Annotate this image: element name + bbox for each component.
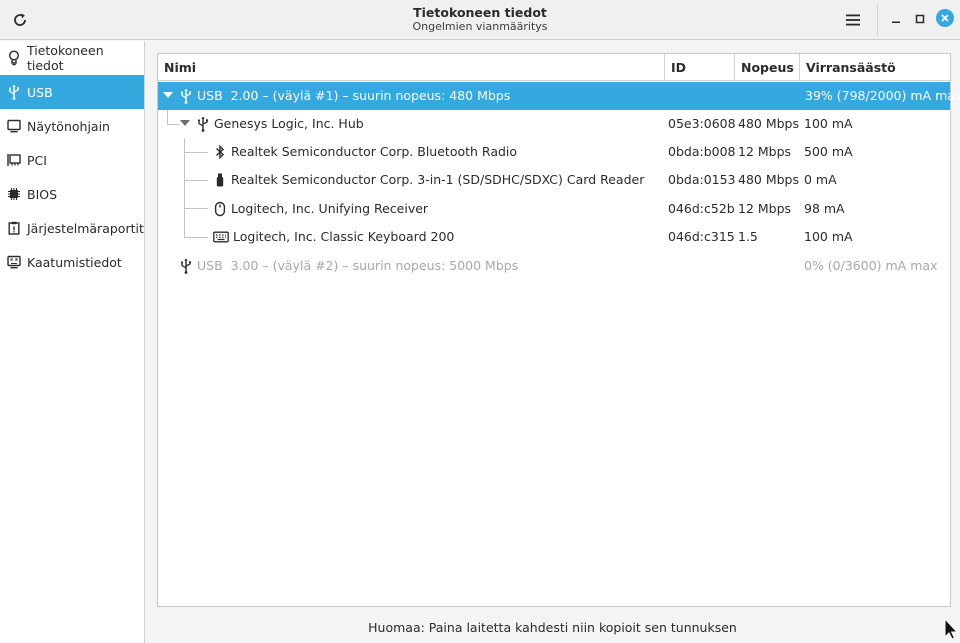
- row-name-cell: Realtek Semiconductor Corp. 3-in-1 (SD/S…: [213, 166, 644, 194]
- row-name-cell: Logitech, Inc. Unifying Receiver: [213, 195, 428, 223]
- row-name: Genesys Logic, Inc. Hub: [214, 116, 364, 131]
- column-header-power[interactable]: Virransäästö: [800, 54, 950, 81]
- sidebar-item-usb[interactable]: USB: [0, 75, 144, 109]
- monitor-icon: [6, 118, 22, 134]
- row-speed: 12 Mbps: [738, 144, 792, 159]
- tree-row-bluetooth-radio[interactable]: Realtek Semiconductor Corp. Bluetooth Ra…: [158, 138, 950, 166]
- row-speed: 12 Mbps: [738, 201, 792, 216]
- hamburger-menu-icon: [846, 14, 860, 26]
- row-power: 500 mA: [804, 144, 853, 159]
- row-power: 39% (798/2000) mA max: [805, 88, 960, 103]
- row-power: 100 mA: [804, 116, 853, 131]
- sidebar-item-label: Järjestelmäraportit: [27, 220, 144, 236]
- sidebar-item-system-info[interactable]: Tietokoneen tiedot: [0, 41, 144, 75]
- row-name-cell: Logitech, Inc. Classic Keyboard 200: [213, 223, 454, 251]
- row-power: 0% (0/3600) mA max: [804, 258, 938, 273]
- crash-icon: [6, 254, 22, 270]
- usb-icon: [179, 258, 193, 274]
- row-name: USB 3.00 – (väylä #2) – suurin nopeus: 5…: [197, 258, 519, 273]
- window-subtitle: Ongelmien vianmääritys: [412, 20, 548, 33]
- sidebar-item-label: Näytönohjain: [27, 118, 110, 134]
- tree-row-unifying-receiver[interactable]: Logitech, Inc. Unifying Receiver 046d:c5…: [158, 195, 950, 223]
- minimize-icon: [892, 21, 900, 23]
- row-id: 046d:c52b: [668, 201, 735, 216]
- sidebar-item-label: USB: [27, 84, 53, 100]
- tree-row-genesys-hub[interactable]: Genesys Logic, Inc. Hub 05e3:0608 480 Mb…: [158, 110, 950, 138]
- row-power: 100 mA: [804, 229, 853, 244]
- pci-card-icon: [6, 152, 22, 168]
- row-id: 0bda:0153: [668, 172, 736, 187]
- row-id: 05e3:0608: [668, 116, 736, 131]
- row-speed: 1.5: [738, 229, 758, 244]
- header-separator: [877, 4, 878, 36]
- sidebar-item-bios[interactable]: BIOS: [0, 177, 144, 211]
- column-header-id[interactable]: ID: [665, 54, 734, 81]
- row-name: USB 2.00 – (väylä #1) – suurin nopeus: 4…: [197, 88, 511, 103]
- sidebar-item-crash-reports[interactable]: Kaatumistiedot: [0, 245, 144, 279]
- row-speed: 480 Mbps: [738, 116, 799, 131]
- chip-icon: [6, 186, 22, 202]
- close-icon: [941, 14, 949, 22]
- usb-icon: [6, 84, 22, 100]
- mouse-cursor-icon: [944, 618, 958, 640]
- row-id: 0bda:b008: [668, 144, 736, 159]
- mouse-icon: [213, 201, 227, 217]
- usb-icon: [196, 116, 210, 132]
- usb-drive-icon: [213, 172, 227, 188]
- usb-device-tree[interactable]: Nimi ID Nopeus Virransäästö USB 2.00 – (…: [157, 53, 960, 607]
- row-name: Logitech, Inc. Unifying Receiver: [231, 201, 429, 216]
- column-header-speed[interactable]: Nopeus: [735, 54, 799, 81]
- row-power: 0 mA: [804, 172, 837, 187]
- tree-row-usb2-bus[interactable]: USB 2.00 – (väylä #1) – suurin nopeus: 4…: [158, 82, 960, 110]
- close-button[interactable]: [936, 9, 954, 27]
- sidebar-item-pci[interactable]: PCI: [0, 143, 144, 177]
- row-name-cell: USB 3.00 – (väylä #2) – suurin nopeus: 5…: [179, 252, 518, 280]
- window-title: Tietokoneen tiedot: [413, 5, 547, 20]
- row-name: Logitech, Inc. Classic Keyboard 200: [233, 229, 455, 244]
- expander-down-icon[interactable]: [180, 120, 190, 126]
- minimize-button[interactable]: [886, 9, 906, 29]
- header-bar: Tietokoneen tiedot Ongelmien vianmäärity…: [0, 0, 960, 40]
- tree-row-usb3-bus[interactable]: USB 3.00 – (väylä #2) – suurin nopeus: 5…: [158, 252, 950, 280]
- row-name: Realtek Semiconductor Corp. Bluetooth Ra…: [231, 144, 518, 159]
- tree-header: Nimi ID Nopeus Virransäästö: [158, 54, 950, 81]
- sidebar-item-label: Kaatumistiedot: [27, 254, 122, 270]
- sidebar-item-label: Tietokoneen tiedot: [26, 43, 104, 73]
- usb-icon: [179, 88, 193, 104]
- menu-button[interactable]: [842, 9, 864, 31]
- column-header-name[interactable]: Nimi: [158, 54, 664, 81]
- row-id: 046d:c315: [668, 229, 735, 244]
- row-power: 98 mA: [804, 201, 845, 216]
- tree-row-card-reader[interactable]: Realtek Semiconductor Corp. 3-in-1 (SD/S…: [158, 166, 950, 194]
- sidebar-item-system-reports[interactable]: Järjestelmäraportit: [0, 211, 144, 245]
- footer-hint: Huomaa: Paina laitetta kahdesti niin kop…: [368, 620, 737, 635]
- bluetooth-icon: [213, 144, 227, 160]
- report-icon: [6, 220, 22, 236]
- row-name-cell: Genesys Logic, Inc. Hub: [196, 110, 364, 138]
- row-speed: 480 Mbps: [738, 172, 799, 187]
- expander-down-icon[interactable]: [163, 92, 173, 98]
- tree-row-classic-keyboard[interactable]: Logitech, Inc. Classic Keyboard 200 046d…: [158, 223, 950, 251]
- row-name: Realtek Semiconductor Corp. 3-in-1 (SD/S…: [231, 172, 645, 187]
- sidebar-item-graphics[interactable]: Näytönohjain: [0, 109, 144, 143]
- keyboard-icon: [213, 229, 229, 245]
- row-name-cell: Realtek Semiconductor Corp. Bluetooth Ra…: [213, 138, 517, 166]
- maximize-button[interactable]: [910, 9, 930, 29]
- sidebar-item-label: BIOS: [27, 186, 58, 202]
- lightbulb-icon: [6, 50, 22, 66]
- sidebar: Tietokoneen tiedot USB Näytönohjain PCI …: [0, 41, 145, 643]
- row-name-cell: USB 2.00 – (väylä #1) – suurin nopeus: 4…: [179, 82, 510, 110]
- maximize-icon: [915, 14, 925, 24]
- sidebar-item-label: PCI: [27, 152, 47, 168]
